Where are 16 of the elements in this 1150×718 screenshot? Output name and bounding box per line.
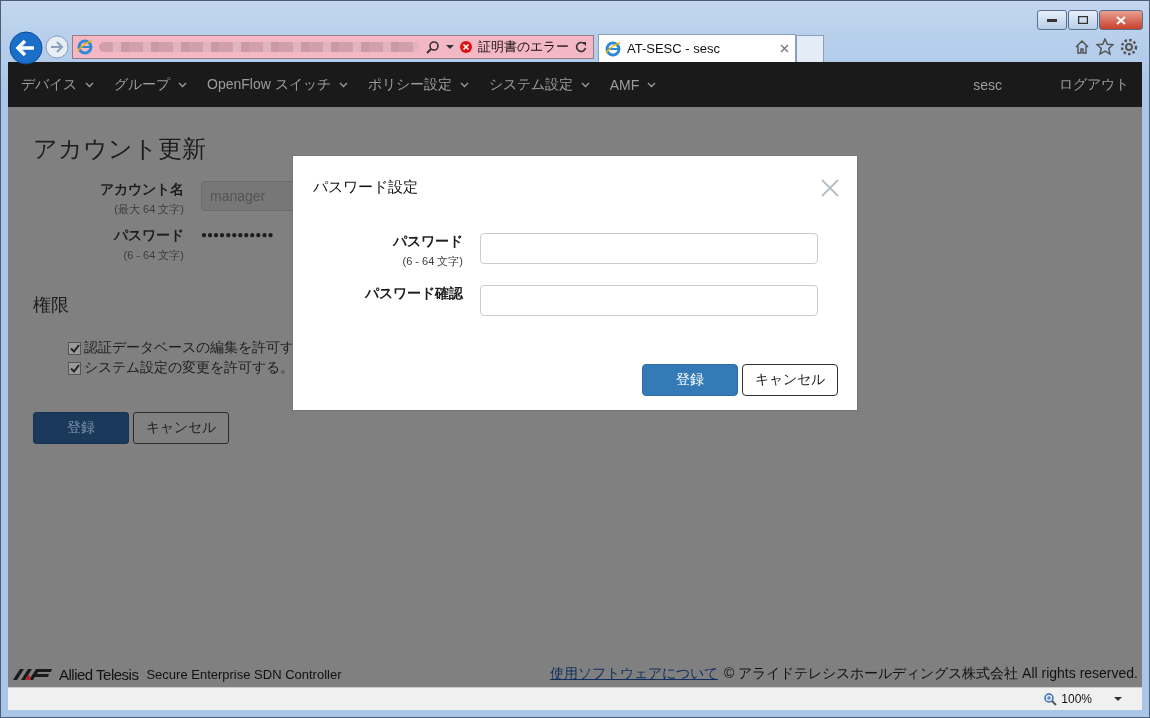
page-title: アカウント更新 xyxy=(33,134,207,164)
field-label: アカウント名 xyxy=(100,181,184,199)
dialog-title: パスワード設定 xyxy=(313,178,418,197)
brand-name: Allied Telesis xyxy=(59,665,139,683)
field-hint: (6 - 64 文字) xyxy=(402,254,463,269)
field-label: パスワード xyxy=(114,227,184,245)
product-name: Secure Enterprise SDN Controller xyxy=(146,666,342,682)
checkbox-label: 認証データベースの編集を許可す xyxy=(84,339,294,357)
field-label: パスワード xyxy=(393,233,463,251)
copyright-text: © アライドテレシスホールディングス株式会社 All rights reserved. xyxy=(723,665,1138,683)
field-hint: (最大 64 文字) xyxy=(114,202,184,217)
field-hint: (6 - 64 文字) xyxy=(123,248,184,263)
field-label: パスワード確認 xyxy=(365,285,463,303)
checkbox-label: システム設定の変更を許可する。 xyxy=(84,359,294,377)
masked-password: ●●●●●●●●●●●● xyxy=(201,229,274,240)
section-title: 権限 xyxy=(33,294,69,317)
